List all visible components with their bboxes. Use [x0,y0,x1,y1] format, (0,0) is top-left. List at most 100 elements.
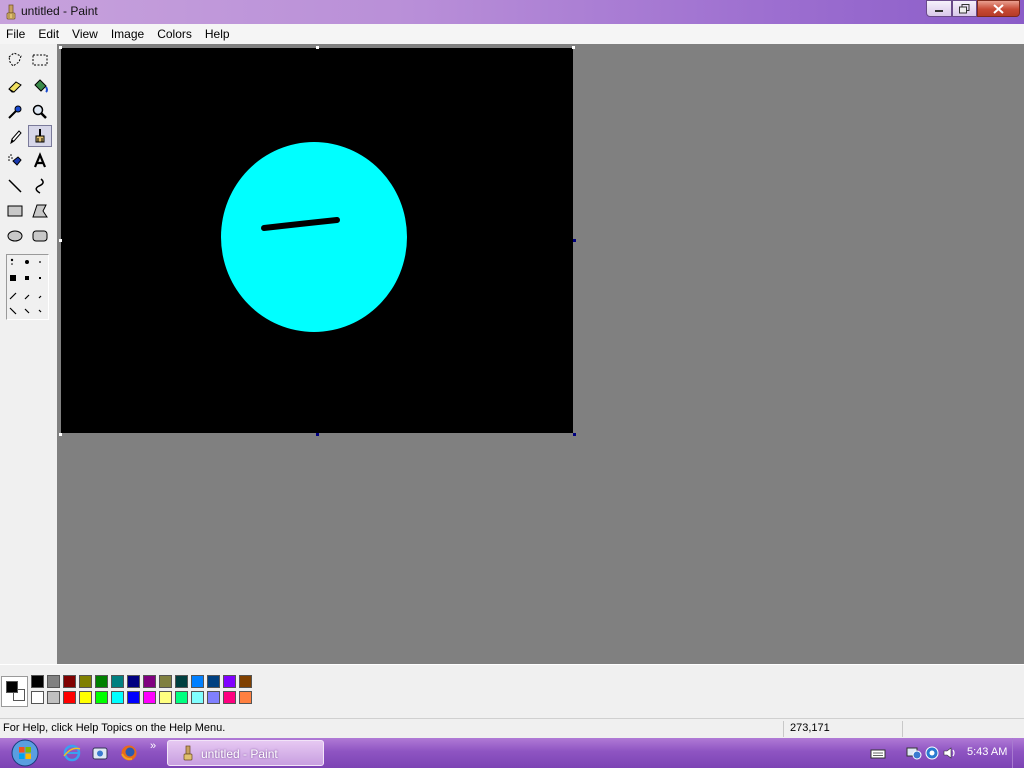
resize-handle [59,433,62,436]
color-swatch[interactable] [175,691,188,704]
rectangle-tool[interactable] [3,200,27,222]
magnifier-icon [32,104,47,119]
taskbar-item-label: untitled - Paint [201,747,278,761]
resize-handle-corner[interactable] [573,433,576,436]
color-swatch[interactable] [63,691,76,704]
color-swatch[interactable] [191,691,204,704]
color-swatch[interactable] [127,675,140,688]
menu-bar: File Edit View Image Colors Help [0,24,1024,44]
status-separator [902,721,903,737]
cyan-circle [221,142,407,332]
eraser-icon [8,81,22,93]
polygon-tool[interactable] [28,200,52,222]
color-swatch[interactable] [95,691,108,704]
menu-file[interactable]: File [0,24,32,44]
menu-edit[interactable]: Edit [32,24,66,44]
resize-handle [572,46,575,49]
minimize-button[interactable] [926,0,952,17]
magnifier-tool[interactable] [28,101,52,123]
color-swatch[interactable] [143,691,156,704]
network-icon[interactable] [906,746,922,760]
pick-color-tool[interactable] [3,101,27,123]
color-swatch[interactable] [47,675,60,688]
rounded-rectangle-tool[interactable] [28,225,52,247]
polygon-icon [32,204,48,218]
keyboard-icon[interactable] [870,746,886,760]
pencil-tool[interactable] [3,126,27,148]
rect-select-tool[interactable] [28,49,52,71]
volume-icon[interactable] [942,746,958,760]
menu-help[interactable]: Help [199,24,237,44]
tool-options-panel [6,254,49,320]
color-swatch[interactable] [31,675,44,688]
color-swatch[interactable] [239,675,252,688]
brush-tool[interactable] [28,125,52,147]
paint-app-icon [183,745,193,761]
text-icon [33,152,47,168]
security-icon[interactable] [924,746,940,760]
show-desktop-button[interactable] [1012,738,1024,768]
line-icon [8,179,22,193]
taskbar: » untitled - Paint 5:43 AM [0,738,1024,768]
internet-explorer-icon[interactable] [63,744,81,762]
color-swatch[interactable] [47,691,60,704]
color-swatch[interactable] [159,691,172,704]
taskbar-item-paint[interactable]: untitled - Paint [167,740,324,766]
color-swatch[interactable] [239,691,252,704]
start-button[interactable] [8,739,42,767]
color-swatch[interactable] [31,691,44,704]
current-colors [1,676,28,707]
menu-image[interactable]: Image [105,24,151,44]
color-swatch[interactable] [223,691,236,704]
minimize-icon [935,9,943,12]
color-swatch[interactable] [159,675,172,688]
system-clock[interactable]: 5:43 AM [967,746,1007,758]
color-swatch[interactable] [143,675,156,688]
eraser-tool[interactable] [3,75,27,97]
firefox-icon[interactable] [120,744,138,762]
explorer-icon[interactable] [91,744,109,762]
status-bar: For Help, click Help Topics on the Help … [0,718,1024,738]
brush-shape-options[interactable] [7,255,48,319]
fill-tool[interactable] [28,75,52,97]
toolbox [0,44,57,664]
color-swatch[interactable] [111,691,124,704]
restore-icon [959,3,970,13]
color-swatch[interactable] [111,675,124,688]
free-form-select-tool[interactable] [3,49,27,71]
close-icon [993,3,1004,14]
color-swatch[interactable] [175,675,188,688]
color-swatch[interactable] [207,691,220,704]
menu-colors[interactable]: Colors [151,24,199,44]
maximize-button[interactable] [952,0,977,17]
airbrush-tool[interactable] [3,150,27,172]
color-swatch[interactable] [95,675,108,688]
line-tool[interactable] [3,175,27,197]
quick-launch-more[interactable]: » [150,740,156,752]
rounded-rectangle-icon [32,230,48,242]
color-swatch[interactable] [63,675,76,688]
color-swatch[interactable] [207,675,220,688]
pencil-icon [10,130,22,145]
close-button[interactable] [977,0,1020,17]
color-swatch[interactable] [79,691,92,704]
curve-tool[interactable] [28,175,52,197]
resize-handle-bottom[interactable] [316,433,319,436]
color-swatch[interactable] [223,675,236,688]
eyedropper-icon [8,105,22,119]
color-swatch[interactable] [127,691,140,704]
free-form-select-icon [8,52,22,67]
drawing-canvas[interactable] [61,48,573,433]
ellipse-tool[interactable] [3,225,27,247]
color-swatch[interactable] [191,675,204,688]
ellipse-icon [7,230,23,242]
color-swatch[interactable] [79,675,92,688]
airbrush-icon [8,154,22,166]
title-bar: untitled - Paint [0,0,1024,24]
menu-view[interactable]: View [66,24,105,44]
text-tool[interactable] [28,150,52,172]
resize-handle-right[interactable] [573,239,576,242]
resize-handle [316,46,319,49]
foreground-color [6,681,18,693]
cursor-coordinates: 273,171 [790,722,830,734]
